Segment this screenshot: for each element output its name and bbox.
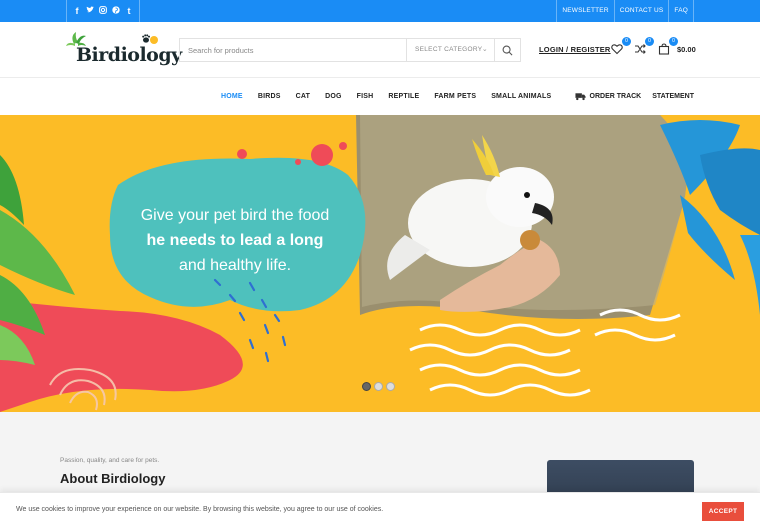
twitter-icon[interactable] [86,6,94,16]
nav-item-reptile[interactable]: REPTILE [388,93,419,100]
statement-link[interactable]: STATEMENT [652,93,694,100]
contact-us-link[interactable]: CONTACT US [613,0,669,22]
compare-button[interactable]: 0 [634,37,654,56]
nav-item-dog[interactable]: DOG [325,93,342,100]
slider-dot-1[interactable] [362,382,371,391]
newsletter-link[interactable]: NEWSLETTER [556,0,613,22]
cart-button[interactable]: 0 [658,37,678,56]
nav-item-fish[interactable]: FISH [357,93,374,100]
instagram-icon[interactable] [99,6,107,16]
top-bar: f t NEWSLETTER CONTACT US FAQ [0,0,760,22]
shopping-bag-icon [658,43,670,55]
wishlist-count-badge: 0 [622,37,631,46]
hero-line-3: and healthy life. [178,257,292,274]
search-input[interactable] [180,39,406,61]
search-icon [502,45,513,55]
nav-item-small-animals[interactable]: SMALL ANIMALS [491,93,551,100]
hero-line-1: Give your pet bird the food [140,207,330,224]
order-track-label: ORDER TRACK [589,93,642,100]
pinterest-icon[interactable] [112,6,120,16]
heart-icon [611,44,623,55]
slider-dot-3[interactable] [386,382,395,391]
nav-utility-links: ORDER TRACK STATEMENT [574,78,694,115]
compare-count-badge: 0 [645,37,654,46]
order-track-link[interactable]: ORDER TRACK [574,92,642,101]
nav-item-farm-pets[interactable]: FARM PETS [434,93,476,100]
faq-link[interactable]: FAQ [668,0,694,22]
wishlist-button[interactable]: 0 [611,37,631,56]
cookie-notice-text: We use cookies to improve your experienc… [16,506,384,513]
top-links: NEWSLETTER CONTACT US FAQ [556,0,694,22]
about-kicker: Passion, quality, and care for pets. [60,457,160,464]
compare-icon [635,44,646,54]
nav-menu: HOME BIRDS CAT DOG FISH REPTILE FARM PET… [221,78,566,115]
about-title: About Birdiology [60,471,166,486]
accept-cookies-button[interactable]: ACCEPT [702,502,744,521]
hero-headline: Give your pet bird the food he needs to … [110,203,360,278]
cart-total[interactable]: $0.00 [677,45,696,54]
login-register-link[interactable]: LOGIN / REGISTER [539,45,611,54]
category-select-label: SELECT CATEGORY [415,46,483,53]
nav-item-cat[interactable]: CAT [296,93,310,100]
search-bar: SELECT CATEGORY ⌄ [179,38,521,62]
search-button[interactable] [494,39,520,61]
truck-icon [574,93,586,101]
slider-dot-2[interactable] [374,382,383,391]
chevron-down-icon: ⌄ [481,46,488,53]
site-header: Birdiology SELECT CATEGORY ⌄ LOGIN / REG… [0,22,760,78]
site-logo[interactable]: Birdiology [66,30,182,70]
logo-wordmark: Birdiology [76,44,182,66]
social-links: f t [66,0,140,22]
slider-pagination [362,382,395,391]
hero-slider: Give your pet bird the food he needs to … [0,115,760,412]
nav-item-home[interactable]: HOME [221,93,243,100]
nav-item-birds[interactable]: BIRDS [258,93,281,100]
hero-line-2: he needs to lead a long [146,232,324,249]
tumblr-icon[interactable]: t [125,6,133,16]
main-navigation: HOME BIRDS CAT DOG FISH REPTILE FARM PET… [0,78,760,115]
facebook-icon[interactable]: f [73,6,81,16]
category-select[interactable]: SELECT CATEGORY ⌄ [406,39,496,61]
cookie-notice: We use cookies to improve your experienc… [0,492,760,528]
